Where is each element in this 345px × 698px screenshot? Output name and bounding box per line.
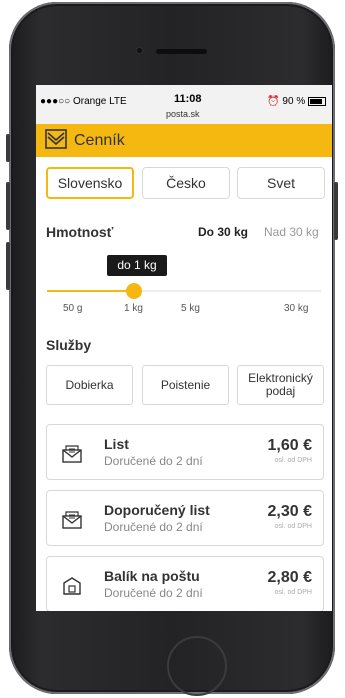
product-name: List bbox=[104, 436, 129, 452]
weight-option-over-30kg[interactable]: Nad 30 kg bbox=[264, 225, 319, 239]
product-vat-note: osl. od DPH bbox=[274, 523, 312, 530]
parcel-icon bbox=[63, 577, 81, 595]
carrier-signal: ●●●○○ Orange LTE bbox=[40, 96, 127, 107]
status-bar: ●●●○○ Orange LTE 11:08 posta.sk ⏰ 90 % bbox=[36, 85, 332, 124]
product-price: 2,30 € bbox=[267, 503, 312, 520]
service-elektronicky-podaj-button[interactable]: Elektronický podaj bbox=[237, 365, 324, 405]
battery-icon bbox=[308, 96, 326, 106]
product-card[interactable]: Balík na poštu Doručené do 2 dní 2,80 € … bbox=[46, 556, 324, 611]
product-delivery: Doručené do 2 dní bbox=[104, 586, 203, 600]
weight-section-title: Hmotnosť bbox=[46, 224, 114, 240]
product-price: 2,80 € bbox=[267, 569, 312, 586]
product-vat-note: osl. od DPH bbox=[274, 457, 312, 464]
service-dobierka-button[interactable]: Dobierka bbox=[46, 365, 133, 405]
app-header: Cenník bbox=[36, 124, 332, 157]
status-right: ⏰ 90 % bbox=[267, 96, 326, 107]
weight-slider-track[interactable] bbox=[47, 290, 321, 292]
tab-slovensko[interactable]: Slovensko bbox=[46, 167, 134, 199]
product-price: 1,60 € bbox=[267, 437, 312, 454]
tab-svet[interactable]: Svet bbox=[237, 167, 325, 199]
product-vat-note: osl. od DPH bbox=[274, 589, 312, 596]
product-name: Balík na poštu bbox=[104, 568, 200, 584]
page-url[interactable]: posta.sk bbox=[166, 109, 200, 119]
phone-screen: ●●●○○ Orange LTE 11:08 posta.sk ⏰ 90 % C… bbox=[36, 85, 332, 611]
mute-switch bbox=[6, 134, 10, 162]
product-delivery: Doručené do 2 dní bbox=[104, 520, 203, 534]
weight-slider-fill bbox=[47, 290, 135, 292]
volume-down-button bbox=[6, 242, 10, 290]
earpiece-speaker bbox=[156, 49, 207, 54]
envelope-icon bbox=[62, 445, 82, 463]
clock: 11:08 bbox=[174, 93, 202, 105]
weight-slider-handle[interactable] bbox=[126, 283, 142, 299]
weight-tick-1kg: 1 kg bbox=[124, 303, 143, 314]
product-card[interactable]: List Doručené do 2 dní 1,60 € osl. od DP… bbox=[46, 424, 324, 480]
tab-cesko[interactable]: Česko bbox=[142, 167, 230, 199]
registered-letter-icon bbox=[62, 511, 82, 529]
weight-tooltip: do 1 kg bbox=[107, 255, 167, 276]
weight-tick-50g: 50 g bbox=[63, 303, 83, 314]
page-title: Cenník bbox=[74, 132, 125, 149]
product-delivery: Doručené do 2 dní bbox=[104, 454, 203, 468]
power-button bbox=[334, 182, 338, 240]
home-button[interactable] bbox=[167, 636, 227, 696]
product-name: Doporučený list bbox=[104, 502, 210, 518]
services-section-title: Služby bbox=[46, 337, 92, 353]
weight-option-up-to-30kg[interactable]: Do 30 kg bbox=[198, 225, 248, 239]
front-camera bbox=[135, 46, 144, 55]
weight-tick-30kg: 30 kg bbox=[284, 303, 309, 314]
product-card[interactable]: Doporučený list Doručené do 2 dní 2,30 €… bbox=[46, 490, 324, 546]
battery-percent: 90 % bbox=[282, 96, 306, 107]
weight-tick-5kg: 5 kg bbox=[181, 303, 200, 314]
volume-up-button bbox=[6, 182, 10, 230]
alarm-icon: ⏰ bbox=[267, 96, 280, 107]
service-poistenie-button[interactable]: Poistenie bbox=[142, 365, 229, 405]
posta-logo-icon bbox=[45, 129, 67, 149]
